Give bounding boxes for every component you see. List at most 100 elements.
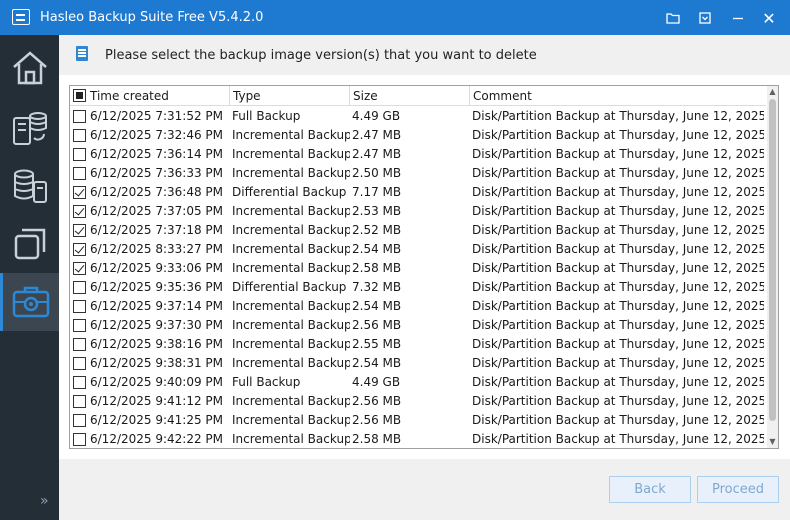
row-checkbox[interactable]: [73, 395, 86, 408]
table-row[interactable]: 6/12/2025 7:36:48 PM Differential Backup 7…: [70, 183, 766, 202]
cell-size: 2.58 MB: [352, 261, 402, 275]
instruction-text: Please select the backup image version(s…: [105, 48, 537, 63]
open-folder-icon[interactable]: [662, 7, 684, 29]
row-checkbox[interactable]: [73, 129, 86, 142]
cell-type: Incremental Backup: [232, 204, 350, 218]
cell-time: 6/12/2025 7:36:48 PM: [90, 185, 224, 199]
cell-comment: Disk/Partition Backup at Thursday, June …: [472, 147, 764, 161]
row-checkbox[interactable]: [73, 376, 86, 389]
table-row[interactable]: 6/12/2025 9:38:16 PM Incremental Backup 2.…: [70, 335, 766, 354]
row-checkbox[interactable]: [73, 357, 86, 370]
cell-time: 6/12/2025 9:35:36 PM: [90, 280, 224, 294]
window-title: Hasleo Backup Suite Free V5.4.2.0: [40, 10, 264, 25]
cell-type: Incremental Backup: [232, 128, 350, 142]
cell-comment: Disk/Partition Backup at Thursday, June …: [472, 261, 764, 275]
table-row[interactable]: 6/12/2025 9:37:30 PM Incremental Backup 2.…: [70, 316, 766, 335]
row-checkbox[interactable]: [73, 414, 86, 427]
row-checkbox[interactable]: [73, 110, 86, 123]
cell-size: 2.55 MB: [352, 337, 402, 351]
sidebar-item-clone[interactable]: [0, 215, 59, 273]
table-row[interactable]: 6/12/2025 8:33:27 PM Incremental Backup 2.…: [70, 240, 766, 259]
row-checkbox[interactable]: [73, 148, 86, 161]
row-checkbox[interactable]: [73, 224, 86, 237]
cell-type: Incremental Backup: [232, 166, 350, 180]
cell-time: 6/12/2025 9:37:14 PM: [90, 299, 224, 313]
cell-time: 6/12/2025 8:33:27 PM: [90, 242, 224, 256]
row-checkbox[interactable]: [73, 281, 86, 294]
home-icon: [12, 51, 47, 85]
cell-type: Full Backup: [232, 109, 301, 123]
table-row[interactable]: 6/12/2025 9:37:14 PM Incremental Backup 2.…: [70, 297, 766, 316]
cell-size: 2.56 MB: [352, 394, 402, 408]
document-icon: [76, 46, 88, 61]
cell-type: Differential Backup: [232, 280, 347, 294]
row-checkbox[interactable]: [73, 319, 86, 332]
cell-comment: Disk/Partition Backup at Thursday, June …: [472, 242, 764, 256]
row-checkbox[interactable]: [73, 262, 86, 275]
cell-size: 2.52 MB: [352, 223, 402, 237]
row-checkbox[interactable]: [73, 186, 86, 199]
column-header-type[interactable]: Type: [230, 86, 350, 106]
table-row[interactable]: 6/12/2025 7:36:14 PM Incremental Backup 2.…: [70, 145, 766, 164]
row-checkbox[interactable]: [73, 338, 86, 351]
cell-comment: Disk/Partition Backup at Thursday, June …: [472, 413, 764, 427]
sidebar-item-restore[interactable]: [0, 157, 59, 215]
instruction-bar: Please select the backup image version(s…: [59, 35, 790, 75]
row-checkbox[interactable]: [73, 243, 86, 256]
table-row[interactable]: 6/12/2025 9:33:06 PM Incremental Backup 2.…: [70, 259, 766, 278]
cell-size: 4.49 GB: [352, 109, 401, 123]
cell-comment: Disk/Partition Backup at Thursday, June …: [472, 109, 764, 123]
cell-comment: Disk/Partition Backup at Thursday, June …: [472, 166, 764, 180]
table-row[interactable]: 6/12/2025 7:37:18 PM Incremental Backup 2.…: [70, 221, 766, 240]
cell-size: 2.53 MB: [352, 204, 402, 218]
scrollbar-thumb[interactable]: [769, 99, 776, 421]
expand-sidebar-icon[interactable]: »: [40, 493, 49, 509]
sidebar-item-backup[interactable]: [0, 99, 59, 157]
cell-comment: Disk/Partition Backup at Thursday, June …: [472, 223, 764, 237]
select-all-checkbox[interactable]: [73, 89, 86, 102]
main-content: Please select the backup image version(s…: [59, 35, 790, 520]
table-row[interactable]: 6/12/2025 7:36:33 PM Incremental Backup 2.…: [70, 164, 766, 183]
title-bar: Hasleo Backup Suite Free V5.4.2.0 ✕: [0, 0, 790, 35]
cell-comment: Disk/Partition Backup at Thursday, June …: [472, 299, 764, 313]
cell-time: 6/12/2025 7:37:18 PM: [90, 223, 224, 237]
cell-type: Incremental Backup: [232, 394, 350, 408]
minimize-icon[interactable]: [727, 7, 749, 29]
column-label-time: Time created: [90, 89, 169, 103]
cell-type: Incremental Backup: [232, 147, 350, 161]
table-row[interactable]: 6/12/2025 9:41:12 PM Incremental Backup 2.…: [70, 392, 766, 411]
cell-time: 6/12/2025 9:40:09 PM: [90, 375, 224, 389]
table-row[interactable]: 6/12/2025 9:38:31 PM Incremental Backup 2.…: [70, 354, 766, 373]
row-checkbox[interactable]: [73, 300, 86, 313]
vertical-scrollbar[interactable]: ▲ ▼: [767, 86, 778, 448]
proceed-button[interactable]: Proceed: [697, 476, 779, 503]
column-header-comment[interactable]: Comment: [470, 86, 766, 106]
row-checkbox[interactable]: [73, 433, 86, 446]
back-button[interactable]: Back: [609, 476, 691, 503]
sidebar-item-tools[interactable]: [0, 273, 59, 331]
table-row[interactable]: 6/12/2025 7:31:52 PM Full Backup 4.49 GB Di…: [70, 107, 766, 126]
column-header-size[interactable]: Size: [350, 86, 470, 106]
cell-type: Differential Backup: [232, 185, 347, 199]
sidebar-item-home[interactable]: [0, 39, 59, 97]
cell-type: Incremental Backup: [232, 337, 350, 351]
table-row[interactable]: 6/12/2025 7:32:46 PM Incremental Backup 2.…: [70, 126, 766, 145]
cell-time: 6/12/2025 7:36:14 PM: [90, 147, 224, 161]
scroll-up-arrow-icon[interactable]: ▲: [767, 86, 778, 98]
cell-type: Incremental Backup: [232, 242, 350, 256]
cell-type: Incremental Backup: [232, 261, 350, 275]
cell-type: Incremental Backup: [232, 318, 350, 332]
row-checkbox[interactable]: [73, 167, 86, 180]
table-row[interactable]: 6/12/2025 9:35:36 PM Differential Backup 7…: [70, 278, 766, 297]
cell-comment: Disk/Partition Backup at Thursday, June …: [472, 356, 764, 370]
table-row[interactable]: 6/12/2025 7:37:05 PM Incremental Backup 2.…: [70, 202, 766, 221]
close-icon[interactable]: ✕: [758, 7, 780, 29]
column-header-time[interactable]: Time created: [70, 86, 230, 106]
menu-icon[interactable]: [694, 7, 716, 29]
scroll-down-arrow-icon[interactable]: ▼: [767, 436, 778, 448]
row-checkbox[interactable]: [73, 205, 86, 218]
cell-type: Incremental Backup: [232, 432, 350, 446]
table-row[interactable]: 6/12/2025 9:40:09 PM Full Backup 4.49 GB Di…: [70, 373, 766, 392]
table-row[interactable]: 6/12/2025 9:42:22 PM Incremental Backup 2.…: [70, 430, 766, 448]
table-row[interactable]: 6/12/2025 9:41:25 PM Incremental Backup 2.…: [70, 411, 766, 430]
